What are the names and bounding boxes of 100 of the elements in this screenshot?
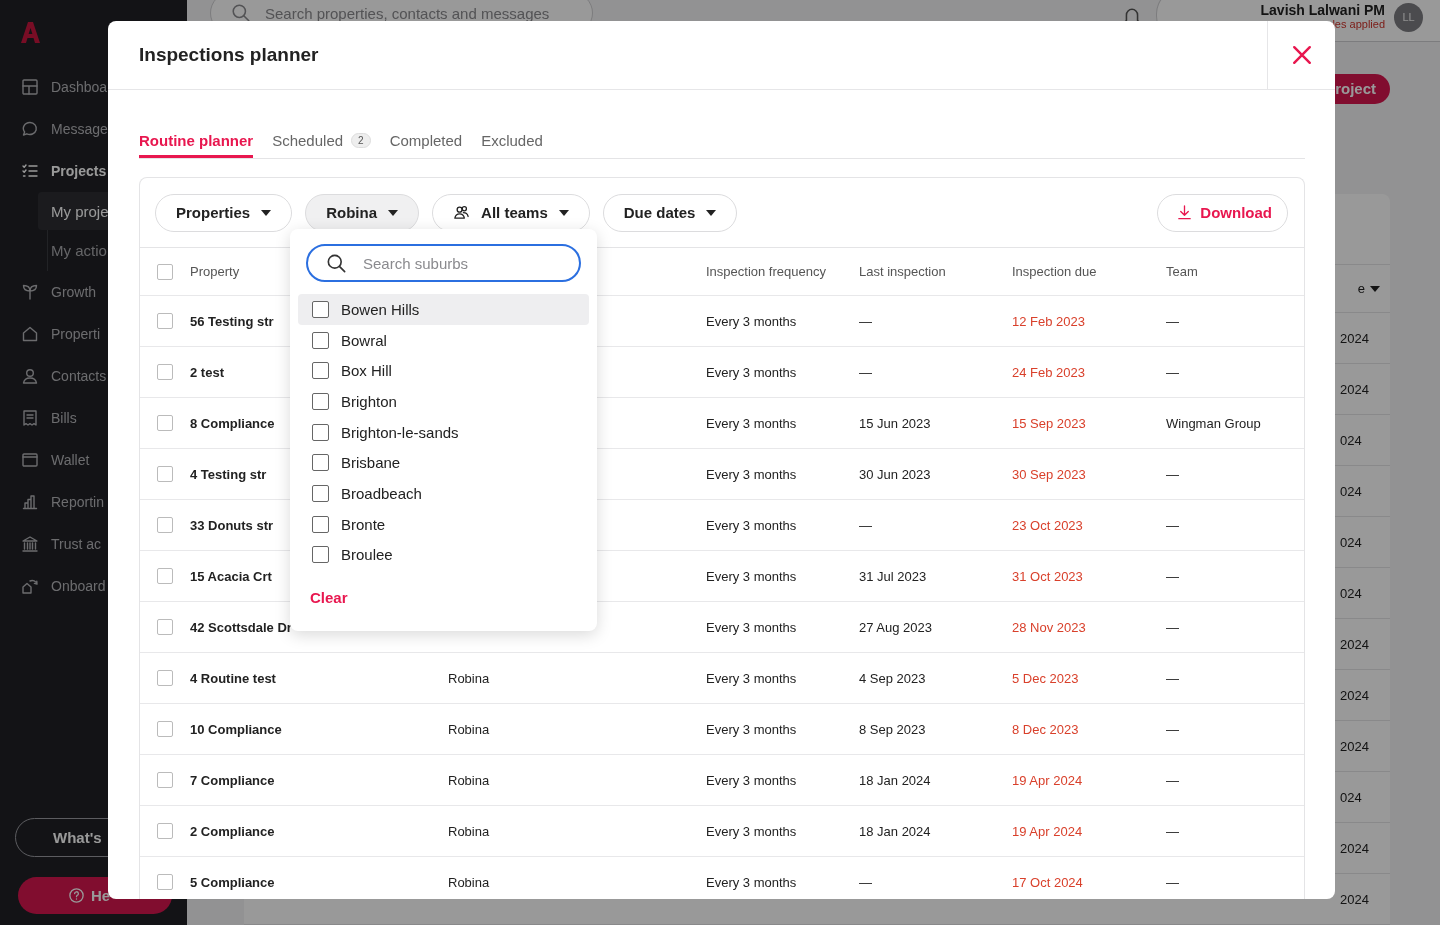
property-cell: 4 Routine test bbox=[190, 670, 276, 686]
sprout-icon bbox=[21, 283, 39, 301]
suburb-option[interactable]: Brighton-le-sands bbox=[298, 416, 589, 448]
checkbox[interactable] bbox=[157, 670, 173, 686]
suburb-option[interactable]: Brisbane bbox=[298, 447, 589, 479]
nav-item[interactable]: Properti bbox=[0, 313, 187, 355]
suburb-option[interactable]: Brighton bbox=[298, 386, 589, 417]
suburb-option[interactable]: Bowral bbox=[298, 324, 589, 356]
checkbox[interactable] bbox=[312, 392, 329, 410]
table-cell: Robina bbox=[448, 670, 490, 686]
suburb-option[interactable]: Broulee bbox=[298, 539, 589, 571]
table-cell-text: 2024 bbox=[1340, 738, 1370, 754]
property-cell: 8 Compliance bbox=[190, 415, 275, 431]
property-cell: 2 test bbox=[190, 364, 224, 380]
column-header[interactable]: Team bbox=[1166, 264, 1198, 279]
nav-item[interactable]: Wallet bbox=[0, 439, 187, 481]
checkbox[interactable] bbox=[157, 263, 173, 280]
table-cell: Every 3 months bbox=[706, 415, 797, 431]
column-header[interactable]: e bbox=[1357, 281, 1365, 296]
table-cell: 27 Aug 2023 bbox=[859, 619, 933, 635]
count-badge: 2 bbox=[351, 132, 371, 148]
caret-icon bbox=[706, 209, 717, 216]
table-cell: — bbox=[1166, 466, 1179, 482]
table-cell: Wingman Group bbox=[1166, 415, 1261, 431]
checkbox[interactable] bbox=[312, 546, 329, 564]
table-cell-text: 2024 bbox=[1340, 687, 1370, 703]
table-cell: 30 Jun 2023 bbox=[859, 466, 931, 482]
checkbox[interactable] bbox=[312, 484, 329, 502]
checkbox[interactable] bbox=[312, 362, 329, 380]
filter-dropdown[interactable]: All teams bbox=[432, 193, 590, 232]
table-cell: 18 Jan 2024 bbox=[859, 772, 931, 788]
table-cell: — bbox=[1166, 619, 1179, 635]
nav-item[interactable]: Growth bbox=[0, 271, 187, 313]
column-header[interactable]: Inspection frequency bbox=[706, 264, 826, 279]
bar-chart-icon bbox=[21, 493, 39, 511]
column-header[interactable]: Property bbox=[190, 264, 240, 279]
checkbox[interactable] bbox=[312, 515, 329, 533]
table-cell-text: 2024 bbox=[1340, 636, 1370, 652]
table-cell: — bbox=[1166, 517, 1179, 533]
people-icon bbox=[453, 204, 471, 221]
due-date-cell: 30 Sep 2023 bbox=[1012, 466, 1086, 482]
table-cell-text: 024 bbox=[1340, 585, 1363, 601]
logo-icon[interactable] bbox=[21, 22, 40, 43]
checkbox[interactable] bbox=[312, 454, 329, 472]
receipt-icon bbox=[21, 409, 39, 427]
checkbox[interactable] bbox=[157, 619, 173, 635]
table-cell: Robina bbox=[448, 772, 490, 788]
table-cell: Every 3 months bbox=[706, 772, 797, 788]
table-cell: 15 Jun 2023 bbox=[859, 415, 931, 431]
checkbox[interactable] bbox=[157, 772, 173, 788]
search-field[interactable]: Search suburbs bbox=[306, 244, 581, 282]
nav-item[interactable]: Bills bbox=[0, 397, 187, 439]
column-header[interactable]: Inspection due bbox=[1012, 264, 1097, 279]
checkbox[interactable] bbox=[312, 300, 329, 318]
due-date-cell: 28 Nov 2023 bbox=[1012, 619, 1086, 635]
checkbox[interactable] bbox=[157, 568, 173, 584]
property-cell: 7 Compliance bbox=[190, 772, 275, 788]
table-cell-text: 2024 bbox=[1340, 330, 1370, 346]
tab[interactable]: Scheduled 2 bbox=[272, 122, 371, 158]
checkbox[interactable] bbox=[157, 313, 173, 329]
checkbox[interactable] bbox=[157, 721, 173, 737]
table-cell: — bbox=[859, 874, 872, 890]
checkbox[interactable] bbox=[157, 415, 173, 431]
property-cell: 15 Acacia Crt bbox=[190, 568, 272, 584]
table-cell: — bbox=[859, 313, 872, 329]
nav-item[interactable]: Contacts bbox=[0, 355, 187, 397]
nav-item[interactable]: Dashboa bbox=[0, 66, 187, 108]
nav-item[interactable]: Reportin bbox=[0, 481, 187, 523]
checkbox[interactable] bbox=[157, 874, 173, 890]
house-arrow-icon bbox=[21, 577, 39, 595]
search-icon bbox=[326, 253, 347, 274]
property-cell: 56 Testing str bbox=[190, 313, 274, 329]
checkbox[interactable] bbox=[312, 423, 329, 441]
caret-icon bbox=[388, 209, 399, 216]
tab[interactable]: Completed bbox=[389, 122, 463, 158]
filter-dropdown[interactable]: Properties bbox=[155, 193, 293, 232]
nav-item[interactable]: Trust ac bbox=[0, 523, 187, 565]
property-cell: 42 Scottsdale Dr bbox=[190, 619, 292, 635]
suburb-option[interactable]: Box Hill bbox=[298, 355, 589, 387]
clear-button[interactable]: Clear bbox=[310, 589, 348, 607]
checkbox[interactable] bbox=[157, 466, 173, 482]
table-cell: Robina bbox=[448, 823, 490, 839]
checkbox[interactable] bbox=[157, 364, 173, 380]
filter-dropdown[interactable]: Due dates bbox=[602, 193, 738, 232]
property-cell: 4 Testing str bbox=[190, 466, 267, 482]
suburb-option[interactable]: Bronte bbox=[298, 508, 589, 540]
checkbox[interactable] bbox=[312, 331, 329, 349]
table-cell: Every 3 months bbox=[706, 823, 797, 839]
suburb-option[interactable]: Bowen Hills bbox=[298, 294, 589, 325]
filter-dropdown[interactable]: Robina bbox=[305, 193, 420, 232]
nav-item[interactable]: Onboard bbox=[0, 565, 187, 607]
suburb-option[interactable]: Broadbeach bbox=[298, 478, 589, 509]
tab[interactable]: Excluded bbox=[481, 122, 543, 158]
tab[interactable]: Routine planner bbox=[139, 122, 254, 158]
layout-icon bbox=[21, 78, 39, 96]
checkbox[interactable] bbox=[157, 517, 173, 533]
checkbox[interactable] bbox=[157, 823, 173, 839]
download-button[interactable]: Download bbox=[1157, 193, 1288, 232]
due-date-cell: 5 Dec 2023 bbox=[1012, 670, 1079, 686]
column-header[interactable]: Last inspection bbox=[859, 264, 946, 279]
